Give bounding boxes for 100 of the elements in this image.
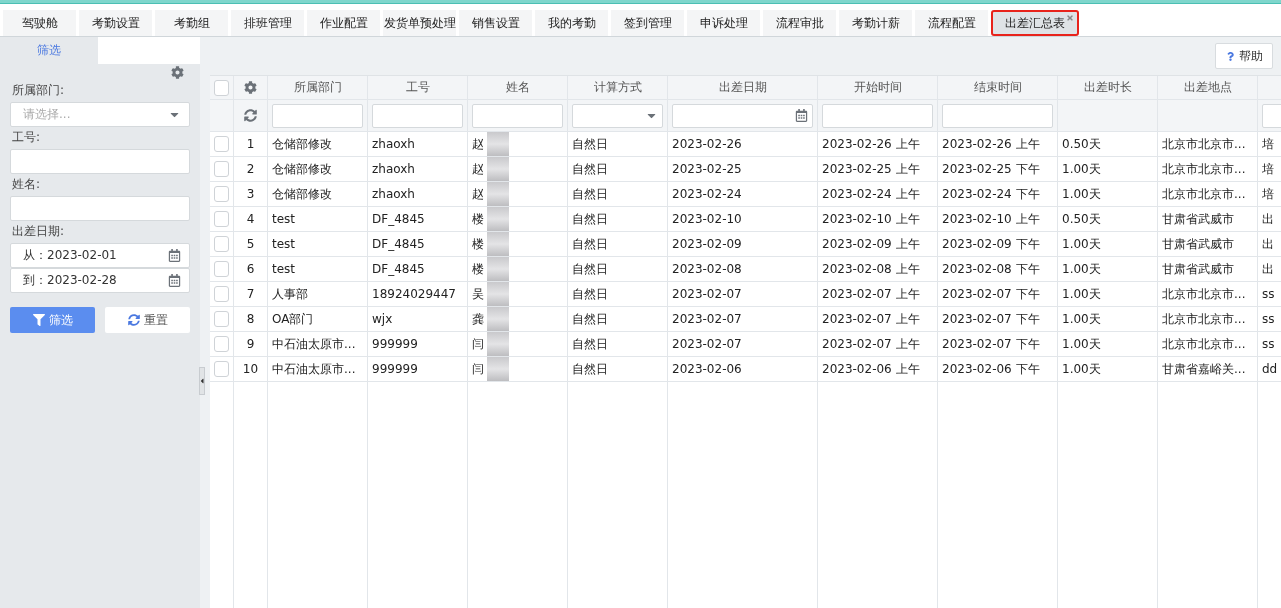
row-checkbox[interactable]: [214, 311, 229, 327]
blurred-name: [487, 332, 509, 356]
blurred-name: [487, 307, 509, 331]
table-cell: 2023-02-25: [672, 162, 742, 176]
column-header[interactable]: 姓名: [472, 79, 563, 96]
tab[interactable]: 申诉处理: [687, 10, 760, 36]
column-header[interactable]: 出差时长: [1062, 79, 1153, 96]
field-label: 出差日期:: [12, 223, 66, 240]
table-cell: 楼: [472, 260, 484, 278]
tab[interactable]: 发货单预处理: [383, 10, 456, 36]
row-checkbox[interactable]: [214, 236, 229, 252]
table-cell: wjx: [372, 312, 393, 326]
table-cell: 自然日: [572, 185, 608, 203]
table-cell: DF_4845: [372, 212, 425, 226]
table-cell: 自然日: [572, 360, 608, 378]
tab[interactable]: 出差汇总表: [991, 10, 1079, 36]
date-field[interactable]: 到：2023-02-28: [10, 268, 190, 293]
settings-icon[interactable]: [171, 66, 184, 80]
tab[interactable]: 流程配置: [915, 10, 988, 36]
filter-date[interactable]: [672, 103, 813, 128]
table-cell: 2023-02-07 上午: [822, 285, 920, 303]
table-cell: 北京市北京市...: [1162, 285, 1246, 303]
tab[interactable]: 考勤计薪: [839, 10, 912, 36]
column-header[interactable]: 结束时间: [942, 79, 1053, 96]
table-cell: 楼: [472, 235, 484, 253]
row-checkbox[interactable]: [214, 136, 229, 152]
tab[interactable]: 我的考勤: [535, 10, 608, 36]
table-cell: 1.00天: [1062, 335, 1101, 353]
refresh-icon[interactable]: [244, 109, 257, 122]
row-checkbox[interactable]: [214, 361, 229, 377]
row-checkbox[interactable]: [214, 261, 229, 277]
filter-input[interactable]: [272, 103, 363, 128]
column-header[interactable]: 出差日期: [672, 79, 813, 96]
tab[interactable]: 考勤组: [155, 10, 228, 36]
table-cell: test: [272, 262, 296, 276]
row-checkbox[interactable]: [214, 336, 229, 352]
input-field[interactable]: [10, 196, 190, 221]
table-cell: 龚: [472, 310, 484, 328]
field-label: 所属部门:: [12, 82, 66, 99]
table-cell: 2023-02-07 下午: [942, 335, 1040, 353]
column-header[interactable]: 计算方式: [572, 79, 663, 96]
blurred-name: [487, 182, 509, 206]
table-cell: 自然日: [572, 135, 608, 153]
filter-icon: [32, 314, 45, 326]
table-cell: 吴: [472, 285, 484, 303]
table-cell: dd: [1262, 362, 1278, 376]
column-header[interactable]: 开始时间: [822, 79, 933, 96]
checkbox[interactable]: [214, 79, 229, 96]
table-cell: 2023-02-25 上午: [822, 160, 920, 178]
collapse-handle[interactable]: [199, 367, 205, 395]
blurred-name: [487, 282, 509, 306]
table-cell: 自然日: [572, 285, 608, 303]
table-cell: zhaoxh: [372, 162, 415, 176]
close-icon[interactable]: [1066, 14, 1074, 22]
table-cell: 闫: [472, 335, 484, 353]
filter-select[interactable]: [572, 103, 663, 128]
row-checkbox[interactable]: [214, 186, 229, 202]
panel-tab[interactable]: 筛选: [0, 37, 98, 64]
table-cell: 闫: [472, 360, 484, 378]
table-cell: 1.00天: [1062, 185, 1101, 203]
row-checkbox[interactable]: [214, 211, 229, 227]
table-cell: 楼: [472, 210, 484, 228]
tab[interactable]: 排班管理: [231, 10, 304, 36]
column-header[interactable]: 出差地点: [1162, 79, 1253, 96]
table-cell: 2023-02-10: [672, 212, 742, 226]
table-cell: 2023-02-25 下午: [942, 160, 1040, 178]
table-cell: zhaoxh: [372, 137, 415, 151]
filter-input[interactable]: [372, 103, 463, 128]
table-cell: ss: [1262, 287, 1275, 301]
table-cell: 2023-02-08 上午: [822, 260, 920, 278]
field-label: 姓名:: [12, 176, 42, 193]
input-field[interactable]: [10, 149, 190, 174]
settings-icon[interactable]: [244, 81, 257, 94]
blurred-name: [487, 257, 509, 281]
table-cell: OA部门: [272, 310, 314, 328]
tab[interactable]: 流程审批: [763, 10, 836, 36]
tab[interactable]: 驾驶舱: [3, 10, 76, 36]
table-cell: 2023-02-10 上午: [942, 210, 1040, 228]
tab[interactable]: 销售设置: [459, 10, 532, 36]
tab[interactable]: 考勤设置: [79, 10, 152, 36]
table-cell: 仓储部修改: [272, 135, 332, 153]
table-cell: 自然日: [572, 260, 608, 278]
help-button[interactable]: 帮助: [1215, 43, 1273, 69]
table-cell: 2023-02-07: [672, 337, 742, 351]
tab[interactable]: 签到管理: [611, 10, 684, 36]
column-header[interactable]: 所属部门: [272, 79, 363, 96]
date-field[interactable]: 从：2023-02-01: [10, 243, 190, 268]
table-cell: 1.00天: [1062, 235, 1101, 253]
column-header[interactable]: 工号: [372, 79, 463, 96]
row-checkbox[interactable]: [214, 161, 229, 177]
row-checkbox[interactable]: [214, 286, 229, 302]
filter-input[interactable]: [822, 103, 933, 128]
blurred-name: [487, 157, 509, 181]
table-cell: 2023-02-08 下午: [942, 260, 1040, 278]
blurred-name: [487, 132, 509, 156]
reset-button[interactable]: 重置: [105, 307, 190, 333]
table-cell: DF_4845: [372, 262, 425, 276]
filter-input[interactable]: [942, 103, 1053, 128]
filter-input[interactable]: [472, 103, 563, 128]
tab[interactable]: 作业配置: [307, 10, 380, 36]
